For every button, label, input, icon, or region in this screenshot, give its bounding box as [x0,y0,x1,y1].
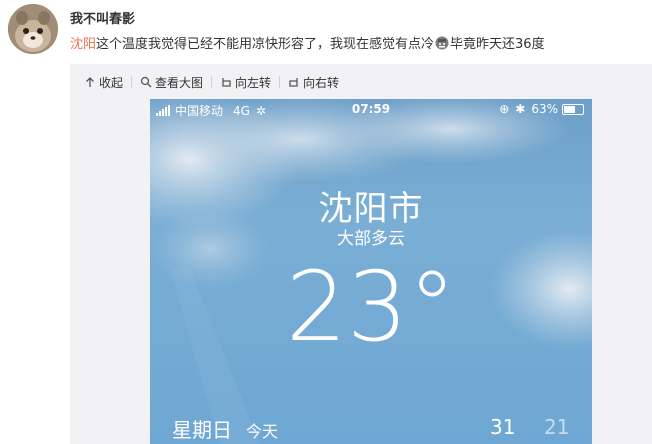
collapse-label: 收起 [99,75,124,90]
current-temperature: 23° [285,251,457,363]
day-name: 星期日 [172,418,232,442]
low-temperature: 21 [544,415,570,439]
battery-percent: 63% [531,102,558,116]
avatar-image [8,4,58,54]
day-label: 今天 [246,422,279,441]
weather-condition: 大部多云 [337,229,405,249]
toolbar-divider [131,76,133,88]
rotation-lock-icon: ⊕ [499,102,510,116]
post-text-tail: 毕竟昨天还36度 [450,37,545,52]
high-temperature: 31 [490,415,516,439]
rotate-right-label: 向右转 [303,75,340,90]
weather-screenshot[interactable]: 中国移动 4G ✲ 07:59 ⊕ ✱ 63% 沈阳市 大部多云 23° 星期日… [150,99,592,444]
bluetooth-icon: ✱ [515,102,526,116]
post-text: 沈阳这个温度我觉得已经不能用凉快形容了，我现在感觉有点冷 毕竟昨天还36度 [70,33,545,54]
rotate-right-button[interactable]: 向右转 [288,74,339,91]
avatar[interactable] [8,4,58,54]
media-card: 收起 查看大图 向左转 向右转 中国移动 4G ✲ 07:59 ⊕ ✱ 63% … [70,64,652,444]
toolbar-divider [211,76,213,88]
view-large-button[interactable]: 查看大图 [140,74,203,91]
rotate-left-icon [220,76,232,88]
search-icon [140,76,152,88]
post-text-main: 这个温度我觉得已经不能用凉快形容了，我现在感觉有点冷 [96,37,435,52]
city-name: 沈阳市 [318,189,424,229]
collapse-button[interactable]: 收起 [84,74,123,91]
battery-icon [562,103,584,115]
view-large-label: 查看大图 [155,75,204,90]
rotate-right-icon [288,76,300,88]
mention-link[interactable]: 沈阳 [70,37,96,52]
rotate-left-button[interactable]: 向左转 [220,74,271,91]
collapse-arrow-icon [84,76,96,88]
shivering-emoji-icon [435,36,449,54]
author-name[interactable]: 我不叫春影 [70,8,135,27]
image-toolbar: 收起 查看大图 向左转 向右转 [84,73,339,91]
toolbar-divider [279,76,281,88]
status-bar: 中国移动 4G ✲ 07:59 ⊕ ✱ 63% [150,99,592,121]
rotate-left-label: 向左转 [235,75,272,90]
